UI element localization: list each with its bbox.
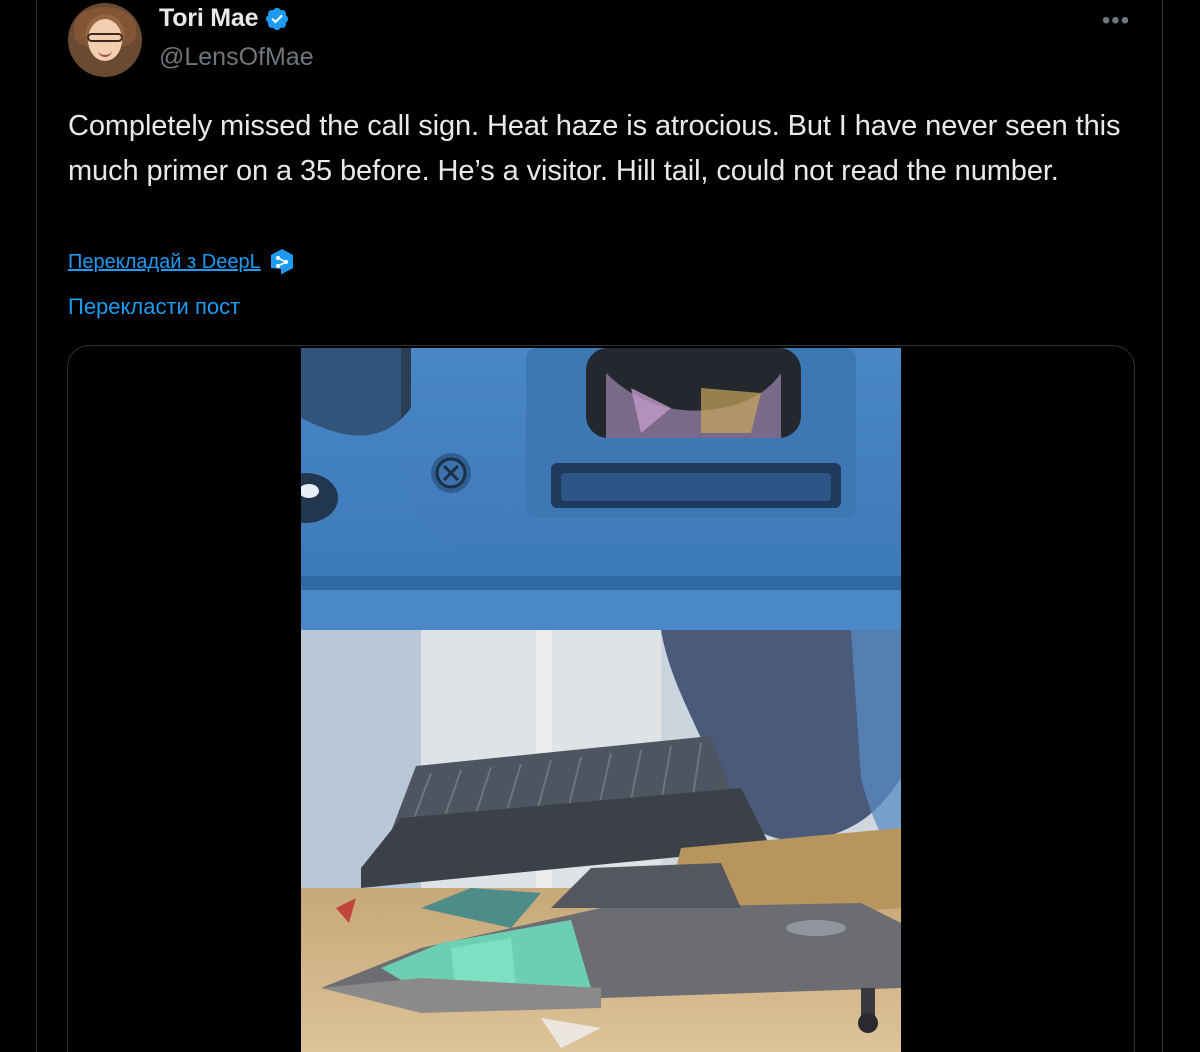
deepl-translate-link[interactable]: Перекладай з DeepL (68, 251, 261, 274)
video-player[interactable] (301, 348, 901, 1052)
more-options-button[interactable]: ••• (1099, 6, 1133, 36)
verified-badge-icon[interactable] (264, 6, 290, 32)
avatar[interactable] (68, 3, 142, 77)
more-horizontal-icon: ••• (1101, 7, 1131, 34)
deepl-logo-icon[interactable] (269, 248, 295, 276)
tweet-text: Completely missed the call sign. Heat ha… (68, 110, 1121, 187)
author-name-row: Tori Mae (159, 4, 290, 33)
avatar-glasses (87, 33, 123, 42)
column-border-right (1162, 0, 1163, 1052)
tweet: Tori Mae @LensOfMae ••• Completely misse… (37, 0, 1162, 1052)
author-display-name[interactable]: Tori Mae (159, 4, 259, 33)
translate-post-link[interactable]: Перекласти пост (68, 294, 240, 320)
media-card (67, 345, 1135, 1052)
video-frame-image (301, 348, 901, 1052)
author-handle[interactable]: @LensOfMae (159, 43, 314, 72)
deepl-translate-row: Перекладай з DeepL (68, 248, 295, 276)
